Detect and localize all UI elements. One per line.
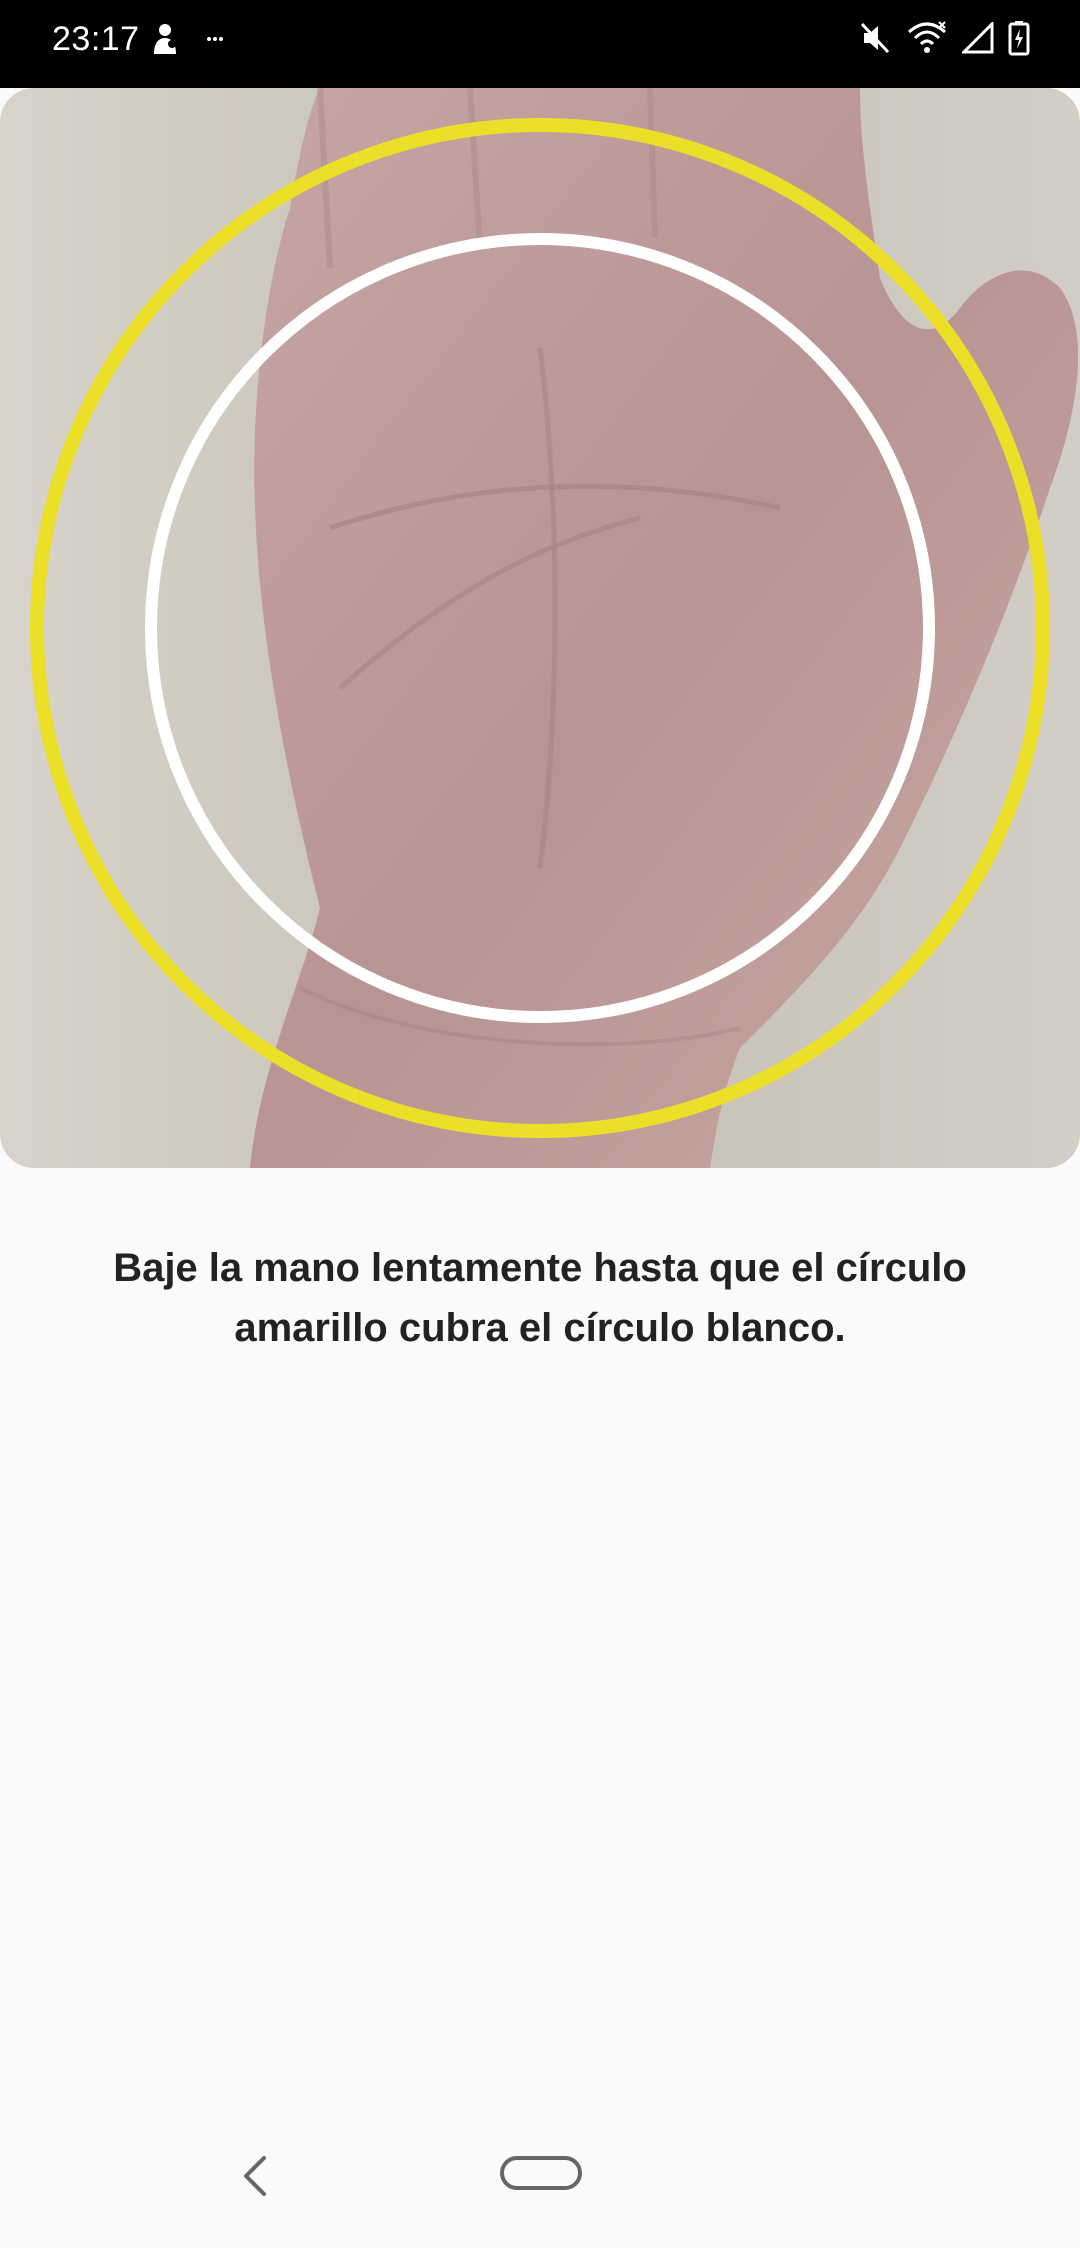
- navigation-bar: [0, 2130, 1080, 2248]
- wifi-icon: [906, 20, 948, 56]
- back-icon[interactable]: [236, 2152, 276, 2200]
- camera-preview: [0, 88, 1080, 1168]
- notification-person-icon: [150, 22, 180, 56]
- more-notifications-icon: [206, 34, 224, 44]
- mute-icon: [858, 20, 892, 56]
- cell-signal-icon: [962, 22, 994, 54]
- status-left-icons: [150, 22, 224, 56]
- instruction-text: Baje la mano lentamente hasta que el cír…: [113, 1246, 967, 1350]
- status-right-icons: [858, 20, 1030, 56]
- battery-charging-icon: [1008, 20, 1030, 56]
- white-target-circle: [145, 233, 935, 1023]
- status-bar: 23:17: [0, 0, 1080, 88]
- home-icon[interactable]: [500, 2156, 582, 2190]
- status-time: 23:17: [52, 20, 140, 58]
